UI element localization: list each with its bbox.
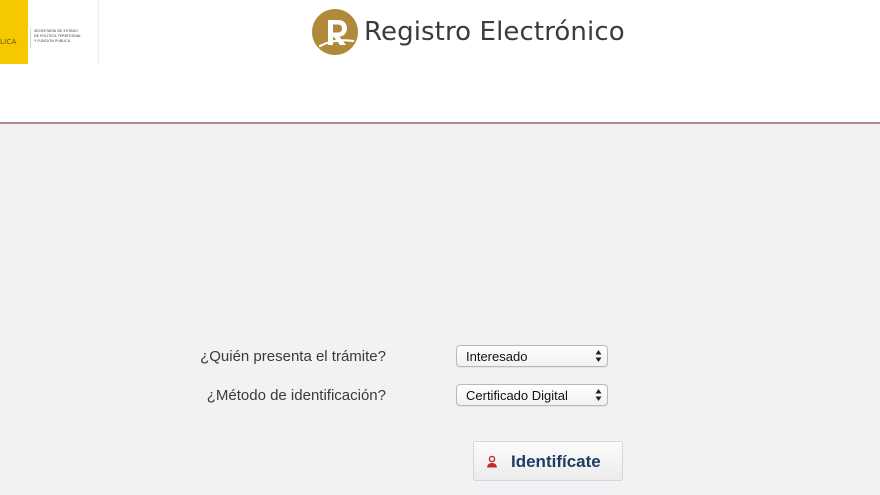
gov-ministry-text: SECRETARÍA DE ESTADO DE POLÍTICA TERRITO…: [34, 29, 96, 44]
government-logo: LICA SECRETARÍA DE ESTADO DE POLÍTICA TE…: [0, 0, 99, 64]
select-arrows-icon: [595, 350, 602, 362]
method-label: ¿Método de identificación?: [206, 387, 386, 404]
select-arrows-icon: [595, 389, 602, 401]
user-icon: [487, 455, 497, 468]
presenter-label: ¿Quién presenta el trámite?: [200, 348, 386, 365]
identify-button-label: Identifícate: [511, 452, 601, 471]
method-row: ¿Método de identificación? Certificado D…: [0, 384, 880, 408]
registro-logo-icon: [312, 9, 358, 55]
brand-logo[interactable]: Registro Electrónico: [311, 7, 625, 57]
method-select[interactable]: Certificado Digital: [456, 384, 608, 406]
header: LICA SECRETARÍA DE ESTADO DE POLÍTICA TE…: [0, 0, 880, 124]
presenter-row: ¿Quién presenta el trámite? Interesado: [0, 345, 880, 369]
brand-title: Registro Electrónico: [364, 17, 625, 47]
method-select-value: Certificado Digital: [466, 388, 568, 403]
gov-yellow-block: LICA: [0, 0, 28, 64]
gov-separator: [30, 28, 31, 48]
presenter-select-value: Interesado: [466, 349, 528, 364]
presenter-select[interactable]: Interesado: [456, 345, 608, 367]
gov-line-3: Y FUNCIÓN PÚBLICA: [34, 39, 71, 43]
identify-button[interactable]: Identifícate: [473, 441, 623, 481]
gov-yellow-text: LICA: [0, 38, 17, 46]
